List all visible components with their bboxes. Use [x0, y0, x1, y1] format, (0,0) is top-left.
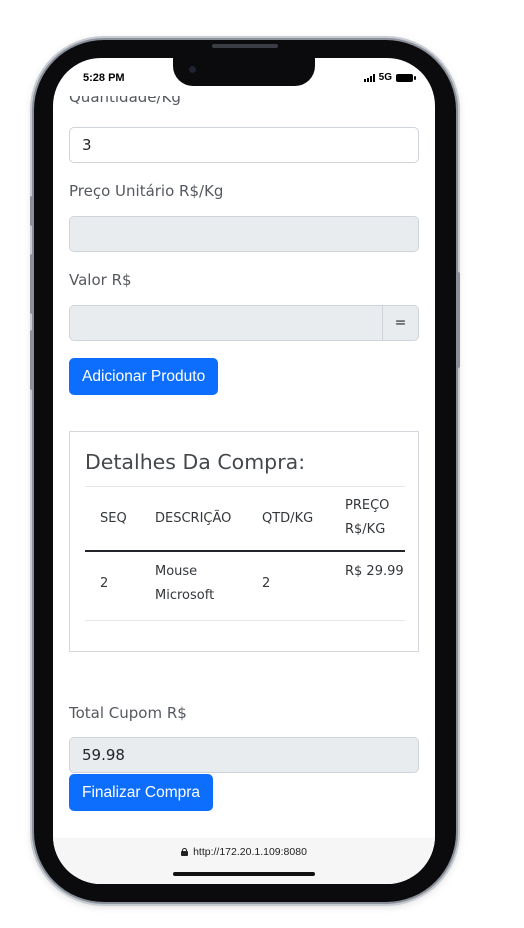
- url-text: http://172.20.1.109:8080: [193, 846, 307, 858]
- quantidade-input[interactable]: [69, 127, 419, 163]
- total-label: Total Cupom R$: [69, 704, 187, 722]
- valor-label: Valor R$: [69, 271, 132, 289]
- purchase-details-title: Detalhes Da Compra:: [85, 450, 306, 474]
- finalize-purchase-button[interactable]: Finalizar Compra: [69, 774, 214, 811]
- lock-icon: [181, 848, 189, 856]
- add-product-button[interactable]: Adicionar Produto: [69, 358, 219, 395]
- status-time: 5:28 PM: [83, 72, 125, 84]
- volume-down-button: [30, 330, 34, 390]
- total-input: 59.98: [69, 737, 419, 773]
- quantidade-label: Quantidade/Kg: [69, 96, 181, 106]
- camera-icon: [189, 66, 196, 73]
- row-descricao: Mouse Microsoft: [155, 564, 215, 603]
- preco-unitario-input: [69, 216, 419, 252]
- col-header-seq: SEQ: [100, 511, 127, 526]
- col-header-qtd: QTD/KG: [262, 511, 314, 526]
- calculate-button[interactable]: =: [382, 305, 419, 341]
- preco-unitario-label: Preço Unitário R$/Kg: [69, 182, 224, 200]
- address-url[interactable]: http://172.20.1.109:8080: [53, 846, 435, 858]
- notch: [173, 58, 315, 86]
- power-button: [456, 272, 460, 368]
- home-indicator[interactable]: [173, 872, 315, 876]
- col-header-preco: PREÇO R$/KG: [345, 498, 390, 537]
- col-header-descricao: DESCRIÇÃO: [155, 511, 232, 526]
- battery-icon: [396, 73, 416, 82]
- volume-up-button: [30, 254, 34, 314]
- speaker-grille: [212, 44, 278, 48]
- browser-address-bar: http://172.20.1.109:8080: [53, 838, 435, 884]
- status-indicators: 5G: [363, 72, 416, 83]
- table-bottom-rule: [85, 620, 405, 621]
- phone-screen: Quantidade/Kg Preço Unitário R$/Kg Valor…: [53, 58, 435, 884]
- page-content: Quantidade/Kg Preço Unitário R$/Kg Valor…: [53, 58, 435, 838]
- valor-input: [69, 305, 382, 341]
- table-header-rule: [85, 550, 405, 552]
- row-seq: 2: [100, 576, 109, 591]
- purchase-details-card: Detalhes Da Compra: SEQ DESCRIÇÃO QTD/KG…: [69, 431, 419, 652]
- valor-input-group: =: [69, 305, 419, 341]
- table-top-rule: [85, 486, 405, 487]
- row-preco: R$ 29.99: [345, 564, 404, 579]
- mute-switch: [30, 196, 34, 226]
- network-label: 5G: [378, 72, 392, 83]
- row-qtd: 2: [262, 576, 271, 591]
- signal-icon: [363, 73, 375, 82]
